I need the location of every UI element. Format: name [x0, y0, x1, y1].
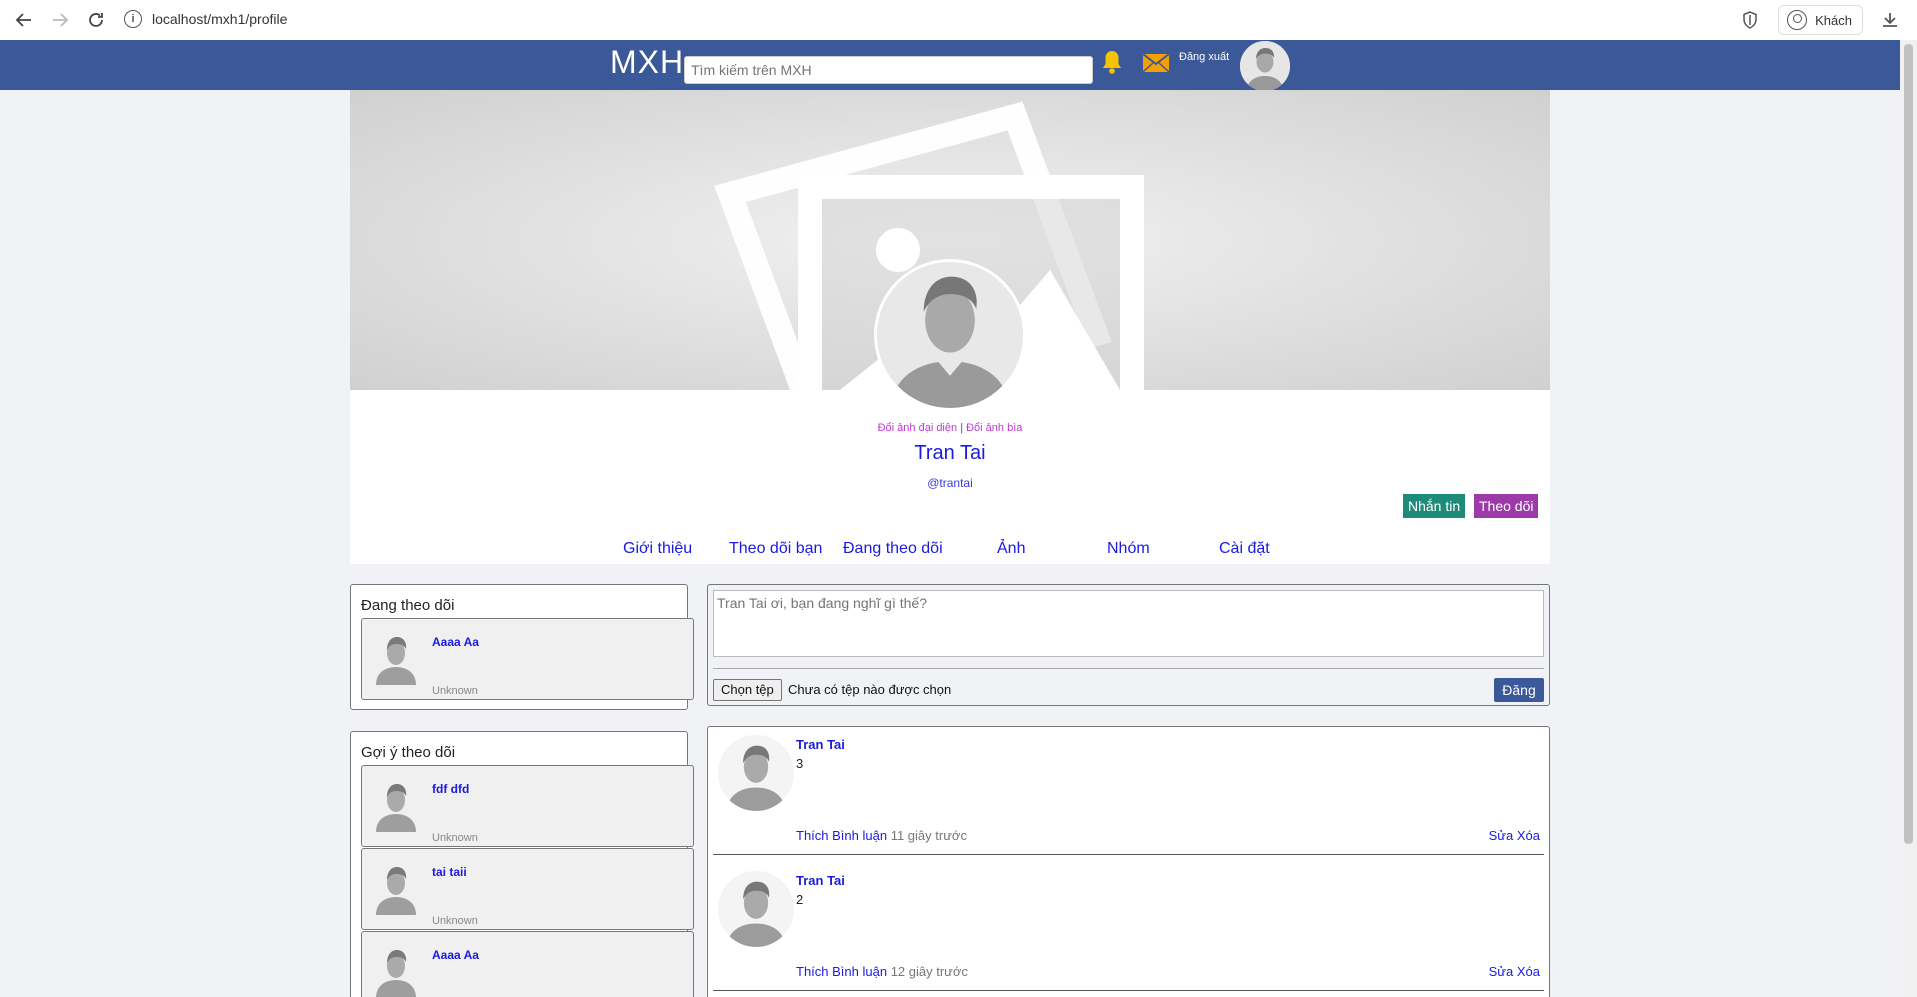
reload-icon[interactable] [78, 2, 114, 38]
post-time: 11 giây trước [890, 828, 967, 843]
link-separator: | [960, 422, 964, 434]
follow-button[interactable]: Theo dõi [1474, 494, 1539, 518]
tab-groups[interactable]: Nhóm [1107, 540, 1150, 558]
header-avatar[interactable] [1240, 41, 1290, 91]
user-avatar [372, 776, 420, 832]
user-status: Unknown [432, 915, 478, 927]
forward-icon[interactable] [42, 2, 78, 38]
mail-icon[interactable] [1142, 52, 1170, 79]
browser-profile-button[interactable]: Khách [1778, 5, 1863, 35]
post-actions: Sửa Xóa [1489, 828, 1540, 843]
user-status: Unknown [432, 685, 478, 697]
scrollbar-thumb[interactable] [1904, 44, 1913, 844]
following-title: Đang theo dõi [361, 597, 455, 614]
user-list-item[interactable]: Aaaa Aa Unknown [361, 618, 694, 700]
profile-name: Tran Tai [914, 442, 986, 464]
shield-icon[interactable] [1738, 8, 1762, 32]
tab-photos[interactable]: Ảnh [997, 540, 1025, 558]
post-composer: Chọn tệp Chưa có tệp nào được chọn Đăng [707, 584, 1550, 706]
following-card: Đang theo dõi Aaaa Aa Unknown [350, 584, 694, 710]
change-cover-link[interactable]: Đổi ảnh bìa [966, 422, 1022, 434]
user-list-item[interactable]: Aaaa Aa [361, 931, 694, 997]
comment-link[interactable]: Bình luận [832, 964, 887, 979]
delete-link[interactable]: Xóa [1517, 964, 1540, 979]
download-icon[interactable] [1875, 5, 1905, 35]
like-link[interactable]: Thích [796, 828, 829, 843]
user-name-link[interactable]: tai taii [432, 865, 467, 879]
user-avatar [372, 942, 420, 997]
change-avatar-link[interactable]: Đổi ảnh đại diện [878, 422, 958, 434]
page-scrollbar[interactable] [1900, 40, 1917, 997]
post-textarea[interactable] [713, 590, 1544, 657]
back-icon[interactable] [6, 2, 42, 38]
user-icon [1787, 10, 1808, 30]
brand-logo[interactable]: MXH [610, 44, 684, 81]
user-name-link[interactable]: Aaaa Aa [432, 635, 479, 649]
site-info-icon[interactable]: i [124, 10, 142, 28]
post-item: Tran Tai 3 Thích Bình luận 11 giây trước… [713, 727, 1544, 855]
tab-followers[interactable]: Theo dõi bạn [729, 540, 822, 558]
post-author-avatar[interactable] [718, 735, 794, 811]
post-content: 2 [796, 892, 804, 907]
suggestions-title: Gợi ý theo dõi [361, 744, 456, 761]
user-avatar [372, 859, 420, 915]
file-status-text: Chưa có tệp nào được chọn [788, 682, 952, 697]
user-status: Unknown [432, 832, 478, 844]
change-photo-links: Đổi ảnh đại diện | Đổi ảnh bìa [350, 422, 1550, 434]
tab-intro[interactable]: Giới thiệu [623, 540, 692, 558]
suggestions-card: Gợi ý theo dõi fdf dfd Unknown tai taii … [350, 731, 694, 997]
message-button[interactable]: Nhắn tin [1403, 494, 1466, 518]
edit-link[interactable]: Sửa [1489, 964, 1514, 979]
tab-following[interactable]: Đang theo dõi [843, 540, 943, 558]
app-header: MXH Đăng xuất [0, 40, 1900, 91]
edit-link[interactable]: Sửa [1489, 828, 1514, 843]
user-name-link[interactable]: fdf dfd [432, 782, 469, 796]
post-footer: Thích Bình luận 11 giây trước [796, 828, 967, 843]
browser-toolbar: i localhost/mxh1/profile Khách [0, 0, 1917, 40]
composer-divider [713, 668, 1544, 669]
post-author-name[interactable]: Tran Tai [796, 873, 845, 888]
post-footer: Thích Bình luận 12 giây trước [796, 964, 968, 979]
choose-file-button[interactable]: Chọn tệp [713, 679, 782, 701]
search-input[interactable] [684, 56, 1093, 84]
post-button[interactable]: Đăng [1494, 678, 1544, 702]
post-author-avatar[interactable] [718, 871, 794, 947]
post-content: 3 [796, 756, 804, 771]
profile-info-panel: Đổi ảnh đại diện | Đổi ảnh bìa Tran Tai … [350, 390, 1550, 564]
tab-settings[interactable]: Cài đặt [1219, 540, 1270, 558]
profile-avatar[interactable] [874, 259, 1026, 411]
user-avatar [372, 629, 420, 685]
address-bar[interactable]: i localhost/mxh1/profile [124, 4, 1764, 34]
profile-handle: @trantai [927, 476, 973, 490]
post-time: 12 giây trước [890, 964, 968, 979]
like-link[interactable]: Thích [796, 964, 829, 979]
url-text: localhost/mxh1/profile [152, 11, 288, 27]
user-name-link[interactable]: Aaaa Aa [432, 948, 479, 962]
user-list-item[interactable]: fdf dfd Unknown [361, 765, 694, 847]
logout-link[interactable]: Đăng xuất [1179, 51, 1229, 63]
delete-link[interactable]: Xóa [1517, 828, 1540, 843]
user-list-item[interactable]: tai taii Unknown [361, 848, 694, 930]
post-item: Tran Tai 2 Thích Bình luận 12 giây trước… [713, 863, 1544, 991]
post-feed: Tran Tai 3 Thích Bình luận 11 giây trước… [707, 726, 1550, 997]
comment-link[interactable]: Bình luận [832, 828, 887, 843]
bell-icon[interactable] [1101, 49, 1123, 80]
post-actions: Sửa Xóa [1489, 964, 1540, 979]
browser-profile-label: Khách [1815, 12, 1852, 28]
post-author-name[interactable]: Tran Tai [796, 737, 845, 752]
